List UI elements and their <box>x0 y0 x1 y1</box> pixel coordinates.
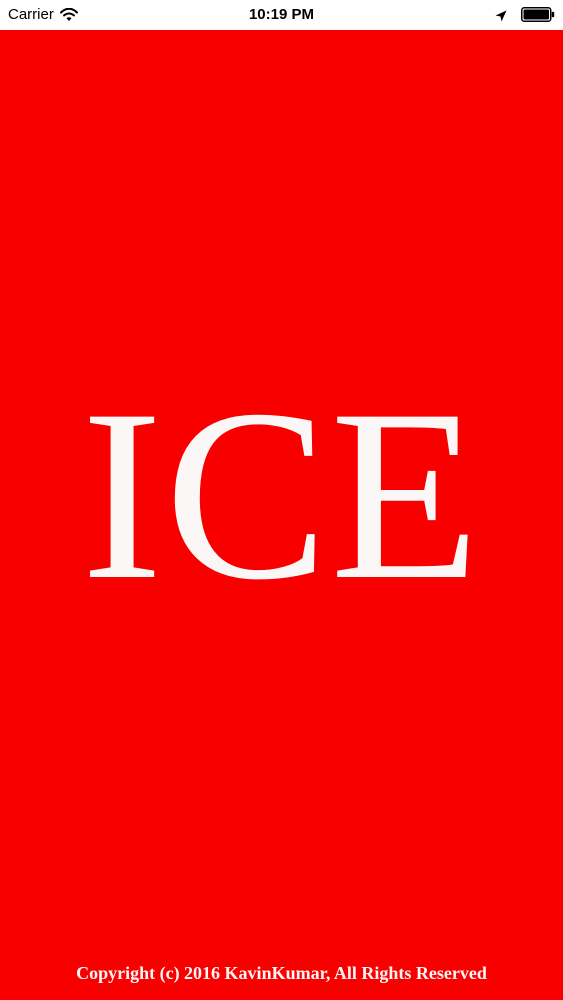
location-icon <box>495 9 507 21</box>
splash-screen: Carrier 10:19 PM ICE Copyright (c) 2016 … <box>0 0 563 1000</box>
battery-icon <box>521 7 555 22</box>
status-time: 10:19 PM <box>248 6 315 23</box>
status-bar: Carrier 10:19 PM <box>0 0 563 30</box>
app-logo-text: ICE <box>81 359 482 630</box>
status-right <box>495 7 555 22</box>
copyright-text: Copyright (c) 2016 KavinKumar, All Right… <box>76 963 487 983</box>
